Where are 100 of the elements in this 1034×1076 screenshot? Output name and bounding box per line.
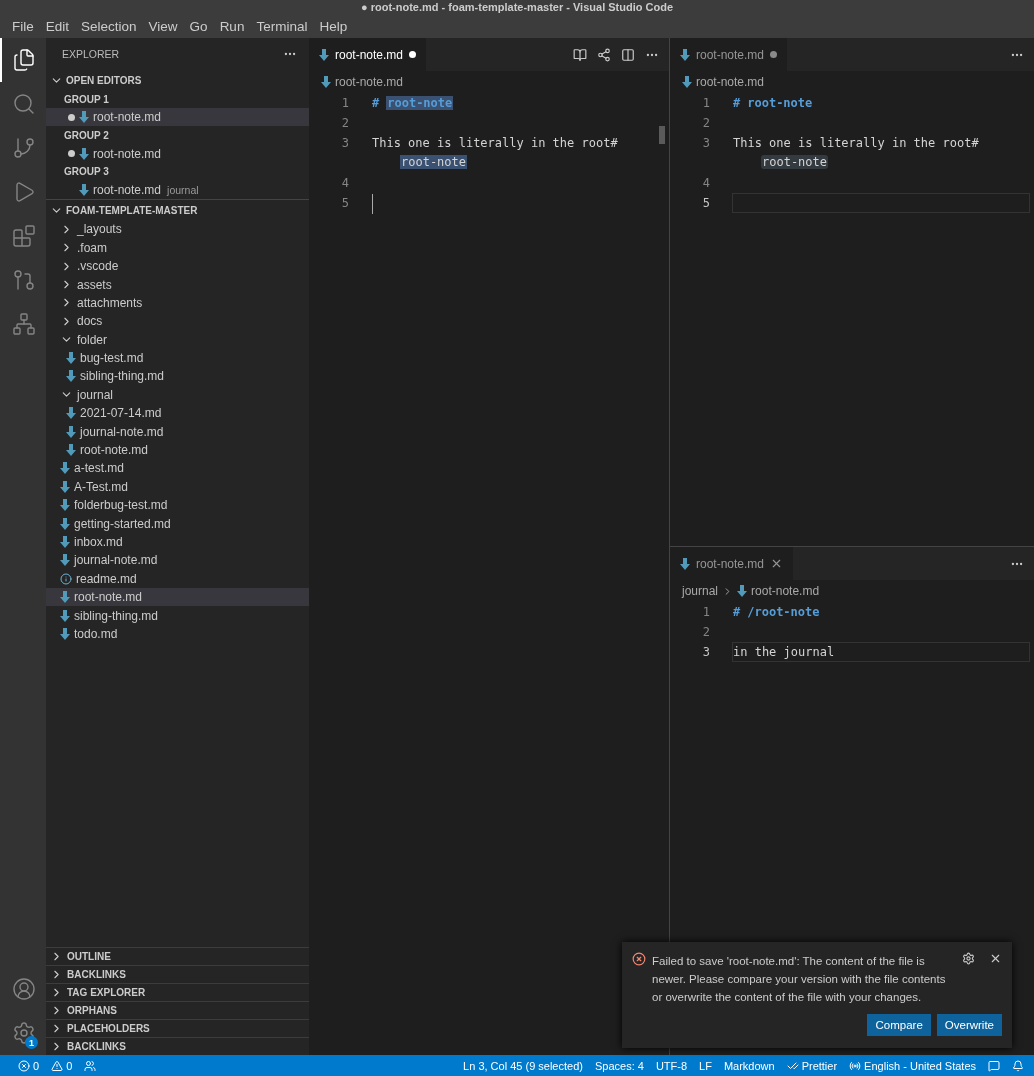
open-editor-item[interactable]: root-note.md — [46, 144, 309, 163]
notification-button[interactable]: Compare — [867, 1014, 931, 1036]
open-editor-item[interactable]: root-note.md journal — [46, 180, 309, 200]
status-item[interactable] — [84, 1059, 97, 1072]
notification-button[interactable]: Overwrite — [936, 1014, 1002, 1036]
status-item[interactable]: 0 — [18, 1059, 40, 1072]
code-line: This one is literally in the root# — [733, 135, 979, 152]
editor-tab[interactable]: root-note.md — [670, 547, 794, 580]
file-tree-item[interactable]: readme.md — [46, 569, 309, 588]
menu-item[interactable]: Terminal — [250, 18, 314, 34]
line-number: 1 — [340, 95, 350, 112]
graph-icon[interactable] — [597, 47, 611, 62]
status-item[interactable]: 0 — [51, 1059, 73, 1072]
markdown-file-icon — [79, 111, 89, 124]
scrollbar-thumb[interactable] — [659, 126, 665, 144]
file-tree-item[interactable]: root-note.md — [46, 588, 309, 607]
file-tree-item[interactable]: todo.md — [46, 624, 309, 644]
preview-icon[interactable] — [573, 47, 587, 62]
breadcrumb[interactable]: root-note.md — [335, 75, 404, 89]
text-highlight: root-note — [761, 155, 829, 169]
status-item[interactable]: Spaces: 4 — [594, 1059, 644, 1072]
markdown-file-icon — [60, 591, 70, 604]
notification-badge: 1 — [25, 1036, 38, 1049]
split-editor-icon[interactable] — [621, 47, 635, 62]
file-tree-item[interactable]: attachments — [46, 293, 309, 313]
panel-header[interactable]: BACKLINKS — [46, 965, 309, 983]
section-header[interactable]: OPEN EDITORS — [46, 70, 309, 90]
markdown-file-icon — [60, 517, 70, 530]
file-tree-item[interactable]: assets — [46, 275, 309, 294]
file-tree-item[interactable]: _layouts — [46, 220, 309, 239]
file-tree-item[interactable]: journal — [46, 385, 309, 405]
graph-icon — [12, 268, 36, 292]
breadcrumb[interactable]: journal — [682, 584, 719, 598]
unsaved-dot-icon — [770, 51, 778, 58]
file-tree-item[interactable]: sibling-thing.md — [46, 606, 309, 625]
markdown-file-icon — [680, 557, 690, 570]
code-line: This one is literally in the root# — [372, 135, 618, 152]
search-icon — [12, 92, 36, 116]
file-tree-item[interactable]: .foam — [46, 238, 309, 257]
menu-item[interactable]: Run — [213, 18, 251, 34]
status-item[interactable]: English - United States — [849, 1059, 976, 1072]
group-title: GROUP 3 — [63, 165, 110, 180]
menu-item[interactable]: View — [142, 18, 184, 34]
settings-icon[interactable] — [962, 952, 975, 965]
open-editor-item[interactable]: root-note.md — [46, 108, 309, 127]
status-item[interactable]: Ln 3, Col 45 (9 selected) — [463, 1059, 583, 1072]
markdown-file-icon — [60, 499, 70, 512]
status-item[interactable] — [1012, 1059, 1024, 1072]
file-tree-item[interactable]: sibling-thing.md — [46, 367, 309, 386]
menu-item[interactable]: Edit — [39, 18, 76, 34]
editor-tab[interactable]: root-note.md — [309, 38, 427, 71]
feedback-icon — [988, 1059, 1000, 1072]
file-tree-item[interactable]: getting-started.md — [46, 514, 309, 533]
live-share-icon — [84, 1059, 97, 1072]
markdown-file-icon — [66, 407, 76, 420]
unsaved-dot-icon — [68, 150, 75, 158]
panel-header[interactable]: ORPHANS — [46, 1001, 309, 1019]
close-icon[interactable] — [989, 952, 1002, 965]
section-header[interactable]: FOAM-TEMPLATE-MASTER — [46, 199, 309, 221]
menu-item[interactable]: Go — [183, 18, 214, 34]
code-line: in the journal — [733, 644, 835, 661]
file-tree-item[interactable]: docs — [46, 312, 309, 331]
settings-button[interactable]: 1 — [0, 1011, 46, 1055]
file-tree-item[interactable]: folder — [46, 330, 309, 349]
code-text: root-note — [747, 96, 813, 110]
file-tree-item[interactable]: journal-note.md — [46, 422, 309, 441]
panel-header[interactable]: OUTLINE — [46, 947, 309, 965]
status-item[interactable]: UTF-8 — [655, 1059, 688, 1072]
editor-tab[interactable]: root-note.md — [670, 38, 788, 71]
status-item[interactable] — [988, 1059, 1000, 1072]
status-item[interactable]: Prettier — [786, 1059, 838, 1072]
line-number: 5 — [340, 195, 350, 212]
status-item[interactable]: Markdown — [723, 1059, 775, 1072]
file-tree-item[interactable]: 2021-07-14.md — [46, 404, 309, 423]
file-tree-item[interactable]: journal-note.md — [46, 551, 309, 570]
file-tree-item[interactable]: inbox.md — [46, 532, 309, 552]
file-tree-item[interactable]: .vscode — [46, 256, 309, 276]
file-tree-item[interactable]: root-note.md — [46, 440, 309, 460]
breadcrumb[interactable]: root-note.md — [696, 75, 765, 89]
broadcast-icon — [849, 1059, 862, 1072]
file-tree-item[interactable]: A-Test.md — [46, 477, 309, 497]
status-item[interactable]: LF — [699, 1059, 712, 1072]
unsaved-dot-icon — [409, 51, 417, 58]
file-tree-item[interactable]: a-test.md — [46, 459, 309, 478]
panel-header[interactable]: TAG EXPLORER — [46, 983, 309, 1001]
code-text: /root-note — [747, 605, 820, 619]
markdown-file-icon — [66, 425, 76, 438]
menu-item[interactable]: File — [6, 18, 40, 34]
line-number: 2 — [340, 115, 350, 132]
panel-header[interactable]: PLACEHOLDERS — [46, 1019, 309, 1037]
breadcrumb[interactable]: root-note.md — [751, 584, 820, 598]
file-tree-item[interactable]: bug-test.md — [46, 348, 309, 368]
menu-item[interactable]: Help — [313, 18, 354, 34]
sidebar-title: EXPLORER — [62, 48, 120, 60]
markdown-file-icon — [79, 147, 89, 160]
file-tree-item[interactable]: folderbug-test.md — [46, 496, 309, 515]
heading-marker: # — [733, 95, 741, 112]
menu-item[interactable]: Selection — [75, 18, 143, 34]
notification-message: Failed to save 'root-note.md': The content of the file is newer. Please compare your version with the file contents or overwrite the content of the file with your changes. — [652, 954, 947, 1005]
line-number: 4 — [701, 175, 711, 192]
